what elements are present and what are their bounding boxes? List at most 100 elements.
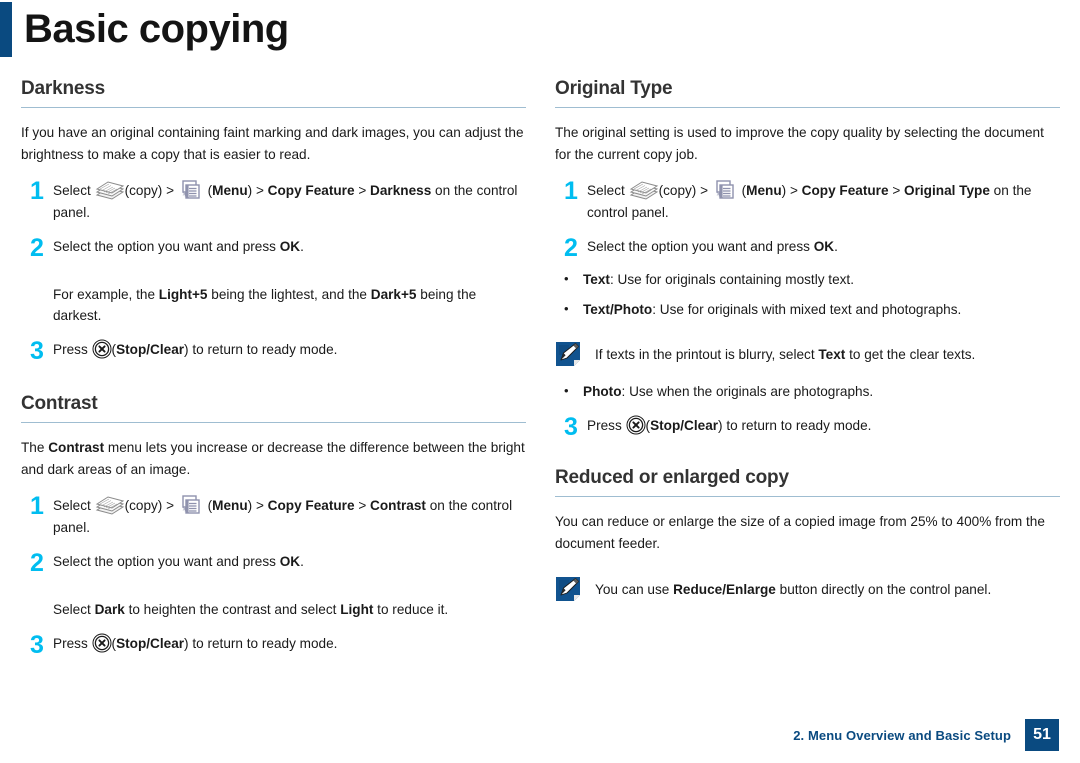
- step-extra-text: For example, the Light+5 being the light…: [53, 284, 526, 326]
- emphasis-text: Stop/Clear: [116, 342, 185, 357]
- list-item: • Text/Photo: Use for originals with mixe…: [555, 299, 1060, 320]
- body-text: ) >: [247, 498, 268, 513]
- emphasis-text: Photo: [583, 384, 622, 399]
- emphasis-text: Contrast: [370, 498, 426, 513]
- emphasis-text: Contrast: [48, 440, 105, 455]
- body-text: : Use for originals containing mostly te…: [609, 272, 854, 287]
- body-text: (: [203, 183, 213, 198]
- body-text: >: [354, 183, 371, 198]
- emphasis-text: Copy Feature: [267, 498, 355, 513]
- body-text: Select: [53, 602, 95, 617]
- svg-text:*: *: [182, 505, 188, 517]
- page-title: Basic copying: [24, 6, 289, 51]
- bullet-text: Text/Photo: Use for originals with mixed…: [583, 299, 1060, 320]
- emphasis-text: OK: [813, 239, 835, 254]
- emphasis-text: Text/Photo: [583, 302, 653, 317]
- doc-section: Contrast The Contrast menu lets you incre…: [21, 393, 526, 658]
- step-number: 1: [30, 177, 44, 205]
- footer-chapter-label: 2. Menu Overview and Basic Setup: [793, 727, 1011, 743]
- body-text: The: [21, 440, 49, 455]
- step-spacer: [21, 588, 53, 620]
- body-text: to heighten the contrast and select: [124, 602, 341, 617]
- body-text: Select the option you want and press: [53, 239, 280, 254]
- bullet-text: Text: Use for originals containing mostl…: [583, 269, 1060, 290]
- stop-clear-icon: [92, 339, 112, 359]
- step-number: 3: [30, 337, 44, 365]
- numbered-step: 3 Press (Stop/Clear) to return to ready m…: [555, 413, 1060, 441]
- stop-clear-icon: [92, 633, 112, 653]
- bullet-text: Photo: Use when the originals are photog…: [583, 381, 1060, 402]
- section-heading: Original Type: [555, 78, 1060, 108]
- body-text: >: [354, 498, 371, 513]
- step-text: Press (Stop/Clear) to return to ready mo…: [53, 339, 526, 363]
- body-text: (copy) >: [658, 183, 712, 198]
- emphasis-text: Copy Feature: [267, 183, 355, 198]
- step-text: Press (Stop/Clear) to return to ready mo…: [53, 633, 526, 657]
- emphasis-text: Menu: [212, 183, 248, 198]
- step-text: Press (Stop/Clear) to return to ready mo…: [587, 415, 1060, 439]
- body-text: Select the option you want and press: [587, 239, 814, 254]
- step-spacer: [21, 273, 53, 326]
- emphasis-text: Text: [818, 347, 846, 362]
- step-number: 3: [564, 413, 578, 441]
- step-text: Select the option you want and press OK.: [53, 551, 526, 575]
- step-extra-row: For example, the Light+5 being the light…: [21, 273, 526, 326]
- copy-icon: [95, 181, 125, 200]
- emphasis-text: Menu: [212, 498, 248, 513]
- section-intro: If you have an original containing faint…: [21, 125, 524, 162]
- numbered-step: 1 Select (copy) > * (Menu) > Copy Feature…: [21, 179, 526, 223]
- emphasis-text: OK: [279, 554, 301, 569]
- numbered-step: 2 Select the option you want and press OK…: [21, 234, 526, 262]
- step-number: 1: [30, 492, 44, 520]
- body-text: .: [300, 554, 304, 569]
- emphasis-text: Text: [583, 272, 610, 287]
- emphasis-text: Dark+5: [370, 287, 417, 302]
- menu-icon: *: [178, 180, 204, 201]
- svg-text:*: *: [716, 190, 722, 202]
- doc-section: Reduced or enlarged copy You can reduce o…: [555, 467, 1060, 607]
- step-text: Select the option you want and press OK.: [587, 236, 1060, 260]
- step-number: 2: [30, 549, 44, 577]
- numbered-step: 1 Select (copy) > * (Menu) > Copy Feature…: [555, 179, 1060, 223]
- bullet-list: • Text: Use for originals containing most…: [555, 269, 1060, 320]
- body-text: (copy) >: [124, 498, 178, 513]
- body-text: (: [737, 183, 747, 198]
- note-text: If texts in the printout is blurry, sele…: [595, 340, 1060, 365]
- numbered-step: 3 Press (Stop/Clear) to return to ready m…: [21, 337, 526, 365]
- step-number: 2: [564, 234, 578, 262]
- body-text: ) >: [781, 183, 802, 198]
- copy-icon: [629, 181, 659, 200]
- numbered-step: 1 Select (copy) > * (Menu) > Copy Feature…: [21, 494, 526, 538]
- bullet-dot-icon: •: [564, 301, 569, 316]
- list-item: • Photo: Use when the originals are photo…: [555, 381, 1060, 402]
- body-text: .: [834, 239, 838, 254]
- menu-icon: *: [178, 495, 204, 516]
- body-text: >: [888, 183, 905, 198]
- stop-clear-icon: [626, 415, 646, 435]
- step-extra-text: Select Dark to heighten the contrast and…: [53, 599, 448, 620]
- body-text: Press: [53, 636, 92, 651]
- body-text: ) to return to ready mode.: [718, 418, 872, 433]
- body-text: Select: [53, 183, 95, 198]
- body-text: Press: [587, 418, 626, 433]
- step-text: Select (copy) > * (Menu) > Copy Feature …: [53, 179, 526, 223]
- body-text: For example, the: [53, 287, 159, 302]
- emphasis-text: Copy Feature: [801, 183, 889, 198]
- body-text: Select: [587, 183, 629, 198]
- body-text: Select: [53, 498, 95, 513]
- note-pencil-icon: [555, 341, 581, 372]
- emphasis-text: Dark: [94, 602, 125, 617]
- bullet-dot-icon: •: [564, 383, 569, 398]
- emphasis-text: OK: [279, 239, 301, 254]
- body-text: ) >: [247, 183, 268, 198]
- emphasis-text: Darkness: [370, 183, 432, 198]
- step-extra-row: Select Dark to heighten the contrast and…: [21, 588, 526, 620]
- emphasis-text: Original Type: [904, 183, 990, 198]
- page-footer: 2. Menu Overview and Basic Setup 51: [793, 719, 1059, 751]
- right-column: Original Type The original setting is use…: [555, 78, 1060, 607]
- emphasis-text: Light: [340, 602, 374, 617]
- numbered-step: 2 Select the option you want and press OK…: [555, 234, 1060, 262]
- step-number: 2: [30, 234, 44, 262]
- note-text: You can use Reduce/Enlarge button direct…: [595, 575, 1060, 600]
- title-accent-bar: [0, 1, 12, 57]
